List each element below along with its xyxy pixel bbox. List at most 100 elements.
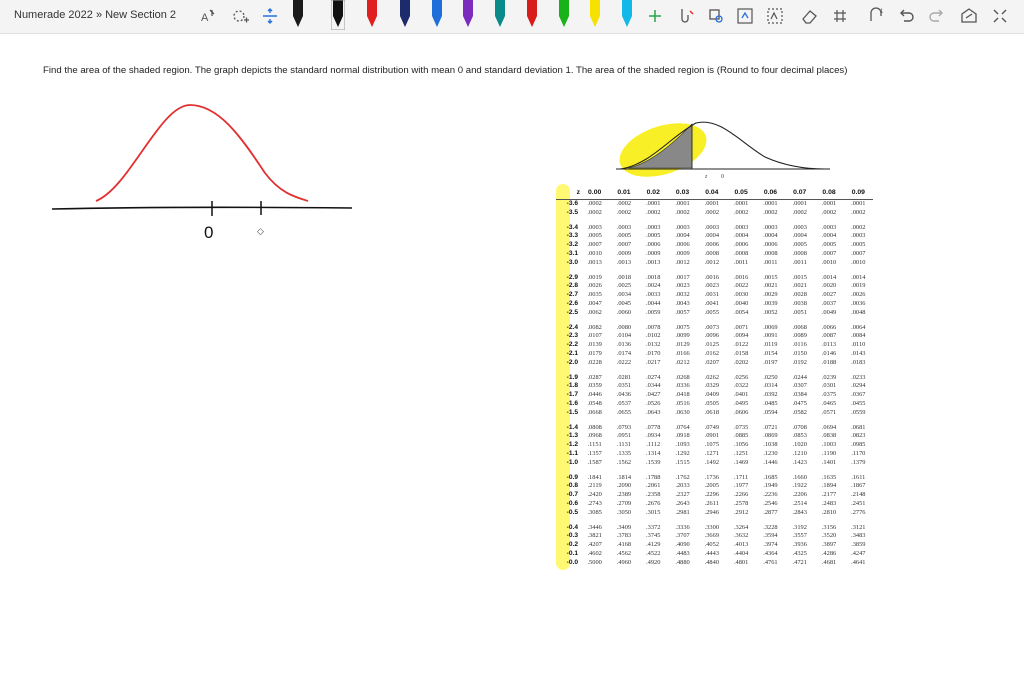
probability-cell: .0038 (792, 299, 807, 307)
probability-cell: .3336 (675, 523, 690, 531)
probability-cell: .1075 (704, 441, 720, 449)
probability-cell: .4920 (646, 558, 661, 566)
hand-sketch: 0 ◇ (51, 104, 353, 242)
probability-cell: .0051 (792, 308, 807, 316)
sketch-zero-label: 0 (204, 223, 213, 242)
z-value: -1.7 (566, 391, 578, 399)
math-icon[interactable] (765, 6, 785, 26)
pen-red-2-icon[interactable] (525, 0, 539, 30)
probability-cell: .2946 (704, 508, 720, 516)
probability-cell: .0021 (763, 282, 778, 290)
probability-cell: .2327 (675, 491, 690, 499)
probability-cell: .0143 (851, 349, 866, 357)
probability-cell: .0002 (792, 208, 807, 216)
probability-cell: .3859 (851, 541, 866, 549)
probability-cell: .4960 (616, 558, 632, 566)
insert-space-icon[interactable] (260, 6, 280, 26)
probability-cell: .0007 (851, 249, 866, 257)
probability-cell: .0039 (763, 299, 778, 307)
probability-cell: .0052 (763, 308, 778, 316)
probability-cell: .1611 (851, 473, 866, 481)
probability-cell: .0055 (704, 308, 720, 316)
probability-cell: .0681 (851, 423, 866, 431)
pen-cyan-icon[interactable] (620, 0, 634, 30)
z-value: -2.9 (566, 273, 578, 281)
probability-cell: .4641 (851, 558, 866, 566)
probability-cell: .2090 (616, 482, 632, 490)
pen-red-icon[interactable] (365, 0, 379, 30)
probability-cell: .0005 (646, 232, 661, 240)
probability-cell: .2776 (851, 508, 866, 516)
probability-cell: .2177 (821, 491, 837, 499)
probability-cell: .0007 (587, 241, 602, 249)
probability-cell: .0749 (704, 423, 720, 431)
probability-cell: .0307 (792, 382, 807, 390)
probability-cell: .4364 (763, 549, 778, 557)
z-value: -3.5 (566, 208, 578, 216)
eraser-icon[interactable] (799, 6, 819, 26)
probability-cell: .0004 (675, 232, 690, 240)
probability-cell: .0002 (646, 208, 661, 216)
probability-cell: .0002 (704, 208, 720, 216)
add-shape-icon[interactable] (230, 6, 250, 26)
column-header: 0.07 (785, 186, 815, 200)
z-value: -0.2 (566, 541, 578, 549)
probability-cell: .0951 (616, 432, 632, 440)
z-table-row: -1.8 .0359 .0351 .0344 .0336 .0329 .0322 .0314.… (556, 382, 873, 391)
breadcrumb[interactable]: Numerade 2022 » New Section 2 (14, 9, 176, 21)
lasso-icon[interactable]: 1 (866, 6, 886, 26)
collapse-icon[interactable] (990, 6, 1010, 26)
probability-cell: .0014 (821, 273, 837, 281)
add-pen-icon[interactable] (645, 6, 665, 26)
probability-cell: .1515 (675, 458, 690, 466)
column-header: 0.06 (755, 186, 786, 200)
probability-cell: .0985 (851, 441, 866, 449)
undo-icon[interactable] (896, 6, 916, 26)
probability-cell: .0057 (675, 308, 690, 316)
z-table-row: -1.9 .0287 .0281 .0274 .0268 .0262 .0256 .0250.… (556, 368, 873, 383)
pen-green-icon[interactable] (557, 0, 571, 30)
probability-cell: .4483 (675, 549, 690, 557)
probability-cell: .0089 (792, 332, 807, 340)
probability-cell: .1314 (646, 449, 661, 457)
pen-yellow-highlighter-icon[interactable] (588, 0, 602, 30)
probability-cell: .0001 (851, 200, 866, 207)
ruler-icon[interactable] (830, 6, 850, 26)
probability-cell: .0003 (792, 223, 807, 231)
z-value: -0.6 (566, 499, 578, 507)
pen-teal-icon[interactable] (493, 0, 507, 30)
probability-cell: .0594 (763, 408, 778, 416)
pen-blue-icon[interactable] (430, 0, 444, 30)
probability-cell: .0116 (792, 341, 807, 349)
probability-cell: .0003 (646, 223, 661, 231)
z-table-row: -3.4 .0003 .0003 .0003 .0003 .0003 .0003 .0003.… (556, 218, 873, 233)
pen-black-selected-icon[interactable] (331, 0, 345, 30)
probability-cell: .0475 (792, 399, 807, 407)
probability-cell: .3974 (763, 541, 778, 549)
probability-cell: .1056 (733, 441, 749, 449)
probability-cell: .0618 (704, 408, 720, 416)
probability-cell: .1539 (646, 458, 661, 466)
ink-replay-icon[interactable] (735, 6, 755, 26)
z-table-row: -3.1 .0010 .0009 .0009 .0009 .0008 .0008 .0008.… (556, 250, 873, 259)
pen-purple-icon[interactable] (461, 0, 475, 30)
ink-to-text-icon[interactable] (706, 6, 726, 26)
pen-black-icon[interactable] (291, 0, 305, 30)
probability-cell: .0274 (646, 373, 661, 381)
probability-cell: .3783 (616, 532, 632, 540)
full-screen-icon[interactable] (959, 6, 979, 26)
redo-icon[interactable] (927, 6, 947, 26)
probability-cell: .0104 (616, 332, 632, 340)
z-table-row: -1.7 .0446 .0436 .0427 .0418 .0409 .0401 .0392.… (556, 391, 873, 400)
probability-cell: .2743 (587, 499, 602, 507)
probability-cell: .0192 (792, 358, 807, 366)
probability-cell: .0002 (733, 208, 749, 216)
lasso-select-icon[interactable]: A (198, 6, 218, 26)
ink-to-shape-icon[interactable] (676, 6, 696, 26)
probability-cell: .0008 (763, 249, 778, 257)
probability-cell: .0003 (851, 232, 866, 240)
probability-cell: .1038 (763, 441, 778, 449)
probability-cell: .0008 (733, 249, 749, 257)
pen-navy-icon[interactable] (398, 0, 412, 30)
probability-cell: .0005 (616, 232, 632, 240)
